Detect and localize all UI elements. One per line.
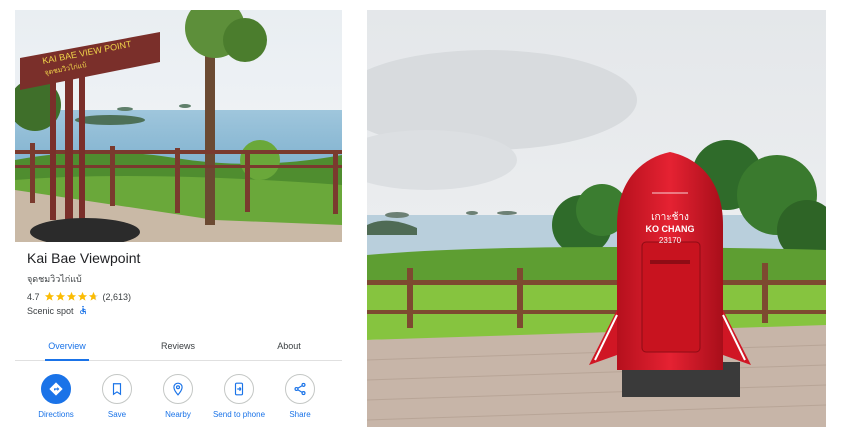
wheelchair-accessible-icon[interactable] [78,305,88,317]
place-photo-mailbox[interactable]: เกาะช้าง KO CHANG 23170 [367,10,826,427]
star-icon [88,291,98,301]
star-icon [55,291,65,301]
star-icon [66,291,76,301]
rating-stars [44,291,99,302]
place-category[interactable]: Scenic spot [27,306,74,316]
nearby-icon [163,374,193,404]
directions-button[interactable]: Directions [26,374,86,419]
tab-reviews[interactable]: Reviews [148,332,208,360]
rating-value: 4.7 [27,291,40,302]
place-panel: KAI BAE VIEW POINT จุดชมวิวไก่แบ้ Kai Ba… [15,10,342,435]
place-tabs: Overview Reviews About [15,332,342,361]
mailbox-text-english: KO CHANG [646,224,695,234]
nearby-label: Nearby [165,410,191,419]
star-icon [44,291,54,301]
save-label: Save [107,410,127,419]
save-button[interactable]: Save [87,374,147,419]
nearby-button[interactable]: Nearby [148,374,208,419]
place-local-name: จุดชมวิวไก่แบ้ [27,274,82,284]
bookmark-icon [102,374,132,404]
tab-overview[interactable]: Overview [37,332,97,360]
place-photo-sign[interactable]: KAI BAE VIEW POINT จุดชมวิวไก่แบ้ [15,10,342,242]
tab-about[interactable]: About [259,332,319,360]
place-title: Kai Bae Viewpoint [27,250,141,266]
share-label: Share [289,410,311,419]
share-icon [285,374,315,404]
send-to-phone-label: Send to phone [212,410,266,419]
star-icon [77,291,87,301]
active-tab-indicator [45,359,89,361]
send-to-phone-icon [224,374,254,404]
share-button[interactable]: Share [270,374,330,419]
rating-row[interactable]: 4.7 (2,613) [27,291,131,302]
mailbox-postcode: 23170 [659,236,682,245]
action-bar: Directions Save Nearby Send to phone Sha… [15,374,342,434]
category-row: Scenic spot [27,305,88,317]
mailbox-text-thai: เกาะช้าง [651,211,689,223]
send-to-phone-button[interactable]: Send to phone [209,374,269,419]
review-count[interactable]: (2,613) [103,292,132,302]
directions-label: Directions [38,410,74,419]
directions-icon [41,374,71,404]
